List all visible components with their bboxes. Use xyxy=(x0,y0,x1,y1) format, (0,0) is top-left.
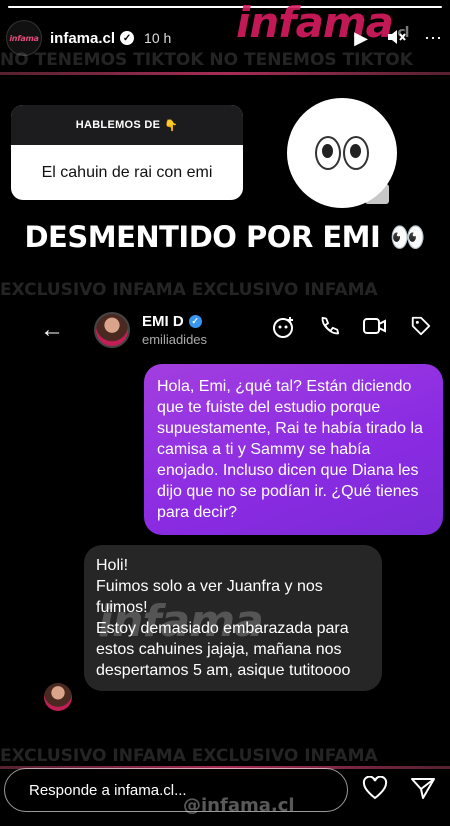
avatar-logo-text: infama xyxy=(9,33,39,43)
divider-line xyxy=(0,72,450,75)
banner-exclusivo-top: EXCLUSIVO INFAMA EXCLUSIVO INFAMA xyxy=(0,280,378,300)
question-sticker[interactable]: HABLEMOS DE 👇 El cahuin de rai con emi xyxy=(11,105,243,200)
verified-badge-icon: ✓ xyxy=(120,31,135,45)
right-eye xyxy=(343,136,369,170)
banner-no-tiktok: NO TENEMOS TIKTOK NO TENEMOS TIKTOK xyxy=(0,50,413,70)
incoming-message: Holi! Fuimos solo a ver Juanfra y nos fu… xyxy=(84,545,382,691)
arrow-left-icon[interactable]: ← xyxy=(40,316,64,344)
eyes-sticker-icon xyxy=(287,98,397,208)
pointing-down-icon: 👇 xyxy=(164,119,179,132)
video-camera-icon[interactable] xyxy=(362,315,388,345)
dm-actions xyxy=(272,315,432,345)
speaker-muted-icon[interactable] xyxy=(386,28,406,49)
play-icon[interactable]: ▶ xyxy=(354,29,368,47)
dm-avatar[interactable] xyxy=(94,312,130,348)
reply-actions xyxy=(362,775,436,807)
dm-contact-handle: emiliadides xyxy=(142,332,208,347)
sticker-circle xyxy=(287,98,397,208)
dm-contact: EMI D ✓ emiliadides xyxy=(142,313,207,347)
headline: DESMENTIDO POR EMI 👀 xyxy=(24,220,426,254)
left-eye xyxy=(315,136,341,170)
question-title-bar: HABLEMOS DE 👇 xyxy=(11,105,243,145)
video-effects-icon[interactable] xyxy=(272,315,296,345)
send-icon[interactable] xyxy=(410,776,436,807)
header-actions: ▶ ⋯ xyxy=(354,28,442,49)
dm-contact-name-row: EMI D ✓ xyxy=(142,313,207,330)
dm-contact-name: EMI D xyxy=(142,313,184,330)
incoming-avatar xyxy=(44,683,72,711)
question-answer: El cahuin de rai con emi xyxy=(41,163,213,181)
handle-watermark: @infama.cl xyxy=(183,795,295,816)
dm-header: ← EMI D ✓ emiliadides xyxy=(0,308,450,352)
story-timestamp: 10 h xyxy=(144,30,172,46)
reply-input[interactable]: Responde a infama.cl... xyxy=(4,768,348,812)
verified-blue-icon: ✓ xyxy=(188,315,202,328)
incoming-line-3: Estoy demasiado embarazada para estos ca… xyxy=(96,620,351,679)
banner-exclusivo-bottom: EXCLUSIVO INFAMA EXCLUSIVO INFAMA xyxy=(0,746,378,766)
incoming-line-1: Holi! xyxy=(96,557,129,574)
story-username[interactable]: infama.cl xyxy=(50,30,115,47)
tag-icon[interactable] xyxy=(410,315,432,345)
heart-icon[interactable] xyxy=(362,775,388,807)
incoming-line-2: Fuimos solo a ver Juanfra y nos fuimos! xyxy=(96,578,323,616)
outgoing-message: Hola, Emi, ¿qué tal? Están diciendo que … xyxy=(144,364,443,535)
phone-icon[interactable] xyxy=(318,315,340,345)
more-icon[interactable]: ⋯ xyxy=(424,29,442,47)
question-title: HABLEMOS DE xyxy=(75,119,161,131)
